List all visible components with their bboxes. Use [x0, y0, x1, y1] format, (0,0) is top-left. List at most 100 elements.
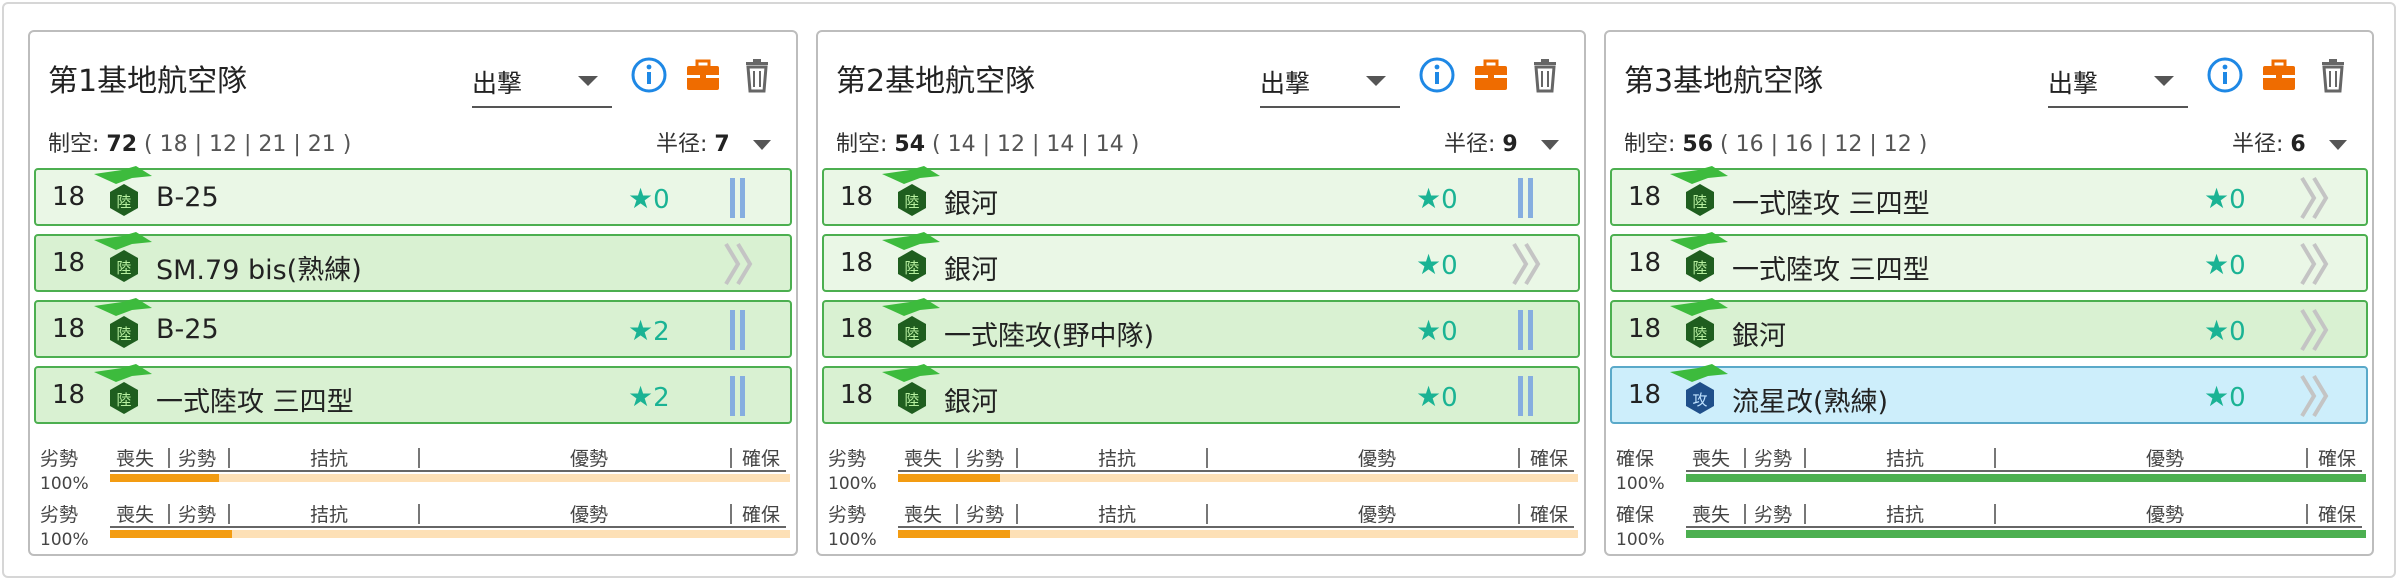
mode-value: 出撃	[2048, 69, 2099, 98]
plane-name: B-25	[156, 182, 219, 213]
info-icon[interactable]	[2204, 54, 2246, 96]
chevron-down-icon	[1540, 140, 1559, 150]
land-plane-icon: 陸	[92, 364, 156, 426]
star-icon: ★	[2204, 248, 2230, 281]
air-state-bar-wave-1: 劣勢 喪失 劣勢 拮抗 優勢 確保 100%	[40, 444, 790, 498]
land-plane-icon: 陸	[880, 166, 944, 228]
briefcase-icon[interactable]	[2258, 54, 2300, 96]
radius-value: 6	[2290, 132, 2306, 157]
plane-slot[interactable]: 18 陸 B-25 ★0	[34, 166, 792, 226]
land-plane-icon: 陸	[880, 298, 944, 360]
briefcase-icon[interactable]	[682, 54, 724, 96]
mode-select[interactable]: 出撃	[1260, 64, 1400, 108]
air-state-track	[1686, 530, 2366, 538]
radius-select[interactable]: 半径: 7	[656, 126, 771, 158]
base-air-corps-container: 第1基地航空隊 出撃 制空: 72 ( 18 | 12 | 21 | 21 ) …	[2, 2, 2396, 578]
trash-icon[interactable]	[2312, 54, 2354, 96]
air-state-fill	[110, 530, 233, 538]
air-state-label: 劣勢	[1754, 504, 1793, 526]
air-state-label: 喪失	[1692, 504, 1731, 526]
land-plane-icon: 陸	[880, 232, 944, 294]
air-state-percent: 100%	[828, 474, 877, 494]
land-plane-icon: 陸	[92, 298, 156, 360]
radius-select[interactable]: 半径: 6	[2232, 126, 2347, 158]
briefcase-icon[interactable]	[1470, 54, 1512, 96]
air-power-detail: ( 18 | 12 | 21 | 21 )	[144, 132, 352, 157]
proficiency: ★0	[1416, 248, 1458, 281]
trash-icon[interactable]	[1524, 54, 1566, 96]
air-state-bar-wave-1: 劣勢 喪失 劣勢 拮抗 優勢 確保 100%	[828, 444, 1578, 498]
air-state-label: 劣勢	[1754, 448, 1793, 470]
star-icon: ★	[1416, 314, 1442, 347]
air-state-label: 拮抗	[1886, 448, 1925, 470]
air-state-percent: 100%	[40, 474, 89, 494]
panel-title: 第2基地航空隊	[836, 64, 1036, 99]
star-icon: ★	[2204, 380, 2230, 413]
proficiency: ★0	[628, 182, 670, 215]
land-plane-icon: 陸	[1668, 298, 1732, 360]
chevron-down-icon	[578, 76, 598, 86]
air-state-label: 劣勢	[966, 448, 1005, 470]
slot-count: 18	[840, 314, 874, 344]
mode-select[interactable]: 出撃	[472, 64, 612, 108]
plane-slot[interactable]: 18 陸 銀河 ★0	[822, 166, 1580, 228]
trash-icon[interactable]	[736, 54, 778, 96]
air-state-result: 確保	[1616, 448, 1655, 470]
carrier-attacker-icon: 攻	[1668, 364, 1732, 426]
proficiency-value: 2	[653, 317, 670, 347]
skill-bars-icon	[1510, 308, 1544, 352]
air-state-label: 喪失	[116, 448, 155, 470]
air-power-label: 制空:	[1624, 132, 1676, 157]
plane-slot[interactable]: 18 陸 B-25 ★2	[34, 298, 792, 360]
plane-name: 一式陸攻 三四型	[1732, 255, 1930, 286]
air-state-label: 確保	[2318, 504, 2357, 526]
land-plane-icon: 陸	[1668, 166, 1732, 228]
radius-label: 半径:	[656, 132, 708, 157]
plane-slot[interactable]: 18 陸 一式陸攻 三四型 ★0	[1610, 232, 2368, 292]
proficiency: ★0	[1416, 182, 1458, 215]
star-icon: ★	[2204, 182, 2230, 215]
proficiency: ★0	[1416, 314, 1458, 347]
proficiency-value: 0	[653, 185, 670, 215]
air-state-result: 劣勢	[828, 504, 867, 526]
base-air-corps-panel-3: 第3基地航空隊 出撃 制空: 56 ( 16 | 16 | 12 | 12 ) …	[1604, 30, 2374, 556]
air-power-label: 制空:	[48, 132, 100, 157]
air-state-result: 確保	[1616, 504, 1655, 526]
plane-slot[interactable]: 18 陸 銀河 ★0	[822, 232, 1580, 294]
base-air-corps-panel-2: 第2基地航空隊 出撃 制空: 54 ( 14 | 12 | 14 | 14 ) …	[816, 30, 1586, 556]
air-state-track	[110, 474, 790, 482]
air-power-value: 56	[1682, 132, 1714, 157]
air-state-result: 劣勢	[40, 504, 79, 526]
air-state-label: 喪失	[1692, 448, 1731, 470]
radius-label: 半径:	[1444, 132, 1496, 157]
proficiency-value: 0	[1441, 317, 1458, 347]
plane-name: 一式陸攻(野中隊)	[944, 321, 1155, 352]
plane-slot[interactable]: 18 陸 SM.79 bis(熟練)	[34, 232, 792, 292]
mode-select[interactable]: 出撃	[2048, 64, 2188, 108]
air-state-label: 確保	[742, 448, 781, 470]
chevron-down-icon	[1366, 76, 1386, 86]
air-state-label: 拮抗	[310, 504, 349, 526]
slot-count: 18	[52, 380, 86, 410]
plane-slot[interactable]: 18 陸 一式陸攻 三四型 ★2	[34, 364, 792, 426]
info-icon[interactable]	[1416, 54, 1458, 96]
plane-slot[interactable]: 18 陸 銀河 ★0	[1610, 298, 2368, 360]
plane-slot[interactable]: 18 陸 一式陸攻(野中隊) ★0	[822, 298, 1580, 360]
proficiency-value: 0	[2229, 383, 2246, 413]
air-state-label: 優勢	[570, 504, 609, 526]
air-state-fill	[898, 530, 1011, 538]
plane-slot[interactable]: 18 攻 流星改(熟練) ★0	[1610, 364, 2368, 426]
plane-slot[interactable]: 18 陸 一式陸攻 三四型 ★0	[1610, 166, 2368, 228]
skill-chevron-icon	[2298, 308, 2332, 352]
air-state-percent: 100%	[828, 530, 877, 550]
proficiency: ★0	[2204, 182, 2246, 215]
air-state-result: 劣勢	[828, 448, 867, 470]
skill-chevron-icon	[2298, 374, 2332, 418]
info-icon[interactable]	[628, 54, 670, 96]
radius-select[interactable]: 半径: 9	[1444, 126, 1559, 158]
air-state-label: 喪失	[904, 448, 943, 470]
plane-slot[interactable]: 18 陸 銀河 ★0	[822, 364, 1580, 424]
slot-count: 18	[1628, 314, 1662, 344]
air-state-label: 劣勢	[966, 504, 1005, 526]
skill-bars-icon	[722, 374, 756, 418]
